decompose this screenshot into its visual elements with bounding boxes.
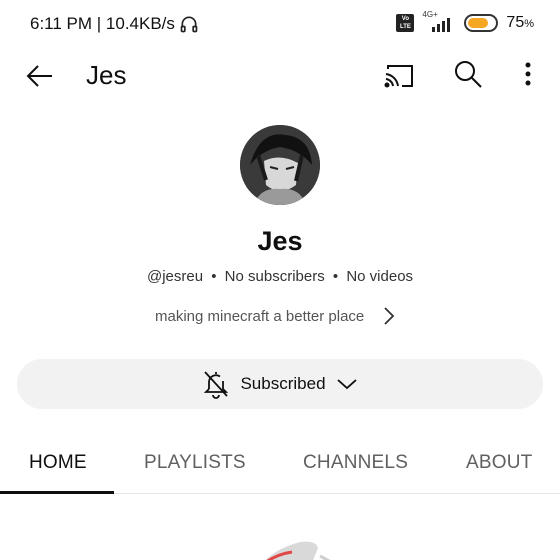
more-vertical-icon [525,62,531,86]
channel-meta: @jesreu • No subscribers • No videos [0,268,560,285]
chevron-right-icon [384,307,395,325]
tab-home[interactable]: HOME [29,452,87,474]
channel-description[interactable]: making minecraft a better place [155,306,396,326]
separator-dot: • [211,268,217,285]
arrow-left-icon [26,65,52,87]
content-thumbnail-peek [230,528,350,560]
description-text: making minecraft a better place [155,307,365,325]
avatar-image [240,125,320,205]
channel-avatar[interactable] [240,125,320,205]
signal-icon: 4G+ [422,10,456,34]
tab-playlists[interactable]: PLAYLISTS [144,452,246,474]
channel-tabs: HOME PLAYLISTS CHANNELS ABOUT [0,432,560,494]
subscriber-count: No subscribers [224,268,325,285]
subscribed-label: Subscribed [240,374,326,393]
volte-icon: Vo LTE [396,14,415,32]
tab-about[interactable]: ABOUT [466,452,532,474]
time-and-speed: 6:11 PM | 10.4KB/s [30,14,175,33]
thumbnail-image [265,541,331,560]
page-title: Jes [86,60,127,90]
chevron-down-icon [336,379,357,390]
status-bar: 6:11 PM | 10.4KB/s Vo LTE 4G+ 75% [0,0,560,48]
battery-fill [468,18,488,28]
app-bar: Jes [0,50,560,102]
search-icon [455,61,482,88]
battery-icon [464,14,499,32]
status-left: 6:11 PM | 10.4KB/s [30,14,199,34]
channel-handle: @jesreu [146,268,204,285]
back-button[interactable] [24,60,56,92]
more-options-button[interactable] [514,58,542,90]
video-count: No videos [346,268,414,285]
channel-name: Jes [257,226,303,256]
cast-icon [384,65,413,88]
status-right: Vo LTE 4G+ 75% [396,10,534,34]
subscribed-button[interactable]: Subscribed [17,359,543,409]
bell-off-icon [204,371,229,399]
cast-button[interactable] [383,60,415,92]
separator-dot: • [332,268,339,285]
active-tab-indicator [0,491,114,494]
headphones-icon [180,16,198,33]
search-button[interactable] [452,58,484,90]
tab-channels[interactable]: CHANNELS [303,452,408,474]
battery-text: 75% [506,14,534,31]
